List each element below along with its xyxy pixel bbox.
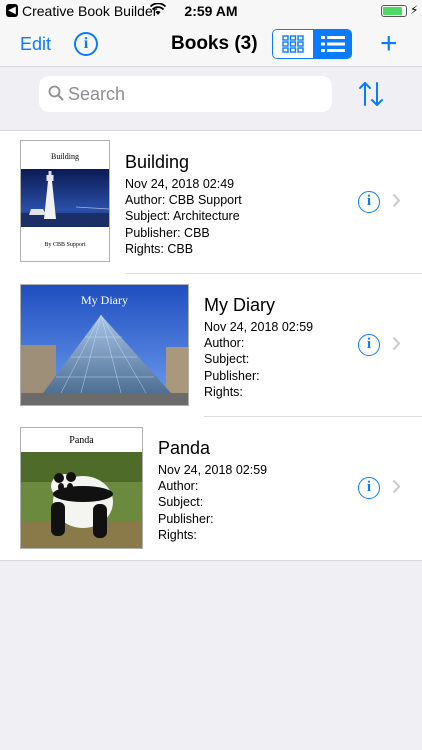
- book-date: Nov 24, 2018 02:59: [204, 320, 314, 334]
- status-time: 2:59 AM: [184, 3, 238, 19]
- search-input[interactable]: [68, 80, 318, 108]
- navigation-bar: Edit i Books (3) +: [0, 22, 422, 66]
- book-author: Author:: [204, 336, 245, 351]
- list-view-button[interactable]: [313, 30, 351, 58]
- info-icon[interactable]: i: [358, 334, 380, 356]
- book-details: My Diary Nov 24, 2018 02:59 Author: Subj…: [204, 295, 313, 400]
- cover-byline: By CBB Support: [44, 242, 86, 248]
- book-cover-image: My Diary: [20, 284, 189, 406]
- book-subject: Subject:: [158, 495, 204, 510]
- book-row[interactable]: Panda Panda Nov 24, 2018 02:59 Author: S…: [0, 417, 422, 560]
- grid-icon: [282, 35, 304, 53]
- book-publisher: Publisher: CBB: [125, 225, 210, 240]
- book-row[interactable]: My Diary My Diary Nov 24, 2018 02:59 Aut…: [0, 274, 422, 417]
- info-icon[interactable]: i: [358, 477, 380, 499]
- info-icon[interactable]: i: [358, 191, 380, 213]
- book-subject: Subject: Architecture: [125, 209, 240, 224]
- book-title: Panda: [158, 438, 211, 458]
- book-details: Panda Nov 24, 2018 02:59 Author: Subject…: [158, 438, 267, 543]
- book-cover-image: Panda: [20, 427, 143, 549]
- book-subject: Subject:: [204, 352, 250, 367]
- search-area: [0, 66, 422, 130]
- cover-title: Building: [50, 152, 79, 161]
- search-icon: [48, 85, 64, 101]
- battery-icon: [381, 5, 407, 17]
- search-bar[interactable]: [39, 76, 332, 112]
- cover-title: My Diary: [81, 293, 128, 307]
- add-book-button[interactable]: +: [380, 27, 398, 61]
- grid-view-button[interactable]: [273, 30, 313, 58]
- book-details: Building Nov 24, 2018 02:49 Author: CBB …: [125, 152, 242, 257]
- book-author: Author: CBB Support: [125, 193, 242, 208]
- book-cover-image: Building By CBB Support: [20, 140, 110, 262]
- book-author: Author:: [158, 479, 199, 494]
- chevron-right-icon: [392, 336, 401, 351]
- panda-photo: [21, 452, 142, 548]
- book-publisher: Publisher:: [158, 511, 214, 526]
- book-title: My Diary: [204, 295, 275, 315]
- list-icon: [321, 36, 345, 52]
- lighthouse-photo: [21, 169, 109, 227]
- status-bar: ◀ Creative Book Builder 2:59 AM ⚡︎: [0, 0, 422, 22]
- book-title: Building: [125, 152, 190, 172]
- book-rights: Rights: CBB: [125, 241, 194, 256]
- page-title: Books (3): [171, 33, 258, 54]
- chevron-right-icon: [392, 193, 401, 208]
- book-list: Building By CBB Support Building Nov 24,…: [0, 130, 422, 561]
- view-mode-segmented-control[interactable]: [272, 29, 352, 59]
- chevron-right-icon: [392, 479, 401, 494]
- book-date: Nov 24, 2018 02:59: [158, 463, 268, 477]
- info-icon[interactable]: i: [74, 32, 98, 56]
- cover-title: Panda: [69, 435, 94, 446]
- book-row[interactable]: Building By CBB Support Building Nov 24,…: [0, 131, 422, 274]
- charging-bolt-icon: ⚡︎: [410, 3, 419, 17]
- book-date: Nov 24, 2018 02:49: [125, 177, 235, 191]
- sort-icon[interactable]: [358, 80, 384, 108]
- book-publisher: Publisher:: [204, 368, 260, 383]
- book-rights: Rights:: [204, 384, 243, 399]
- book-rights: Rights:: [158, 527, 197, 542]
- edit-button[interactable]: Edit: [20, 34, 51, 55]
